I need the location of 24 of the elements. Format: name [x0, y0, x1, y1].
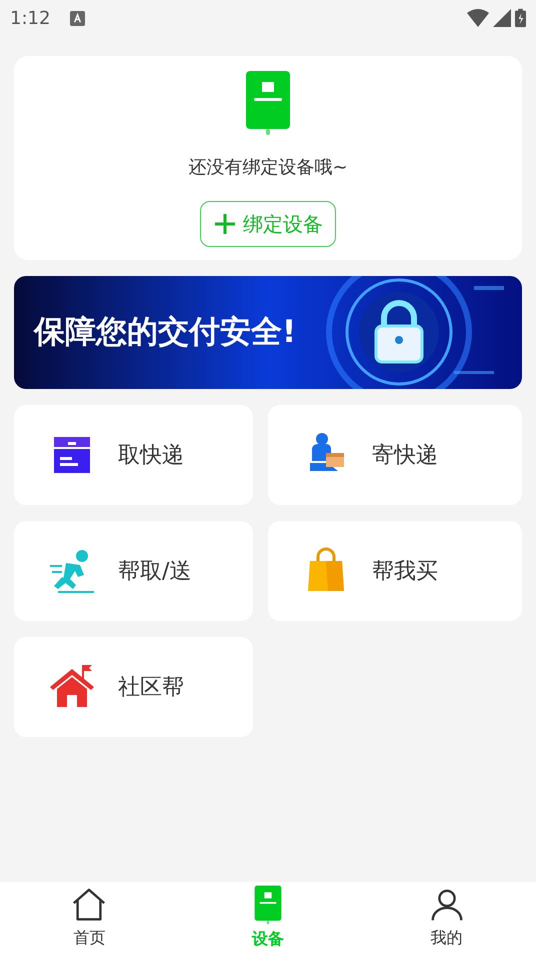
nav-tab[interactable]: 首页	[0, 882, 179, 954]
service-label: 寄快递	[372, 442, 438, 470]
banner-text: 保障您的交付安全!	[34, 313, 296, 352]
keyboard-notification-icon	[70, 10, 86, 26]
service-label: 取快递	[118, 442, 184, 470]
service-tile[interactable]: 寄快递	[268, 405, 522, 505]
service-label: 社区帮	[118, 674, 184, 702]
service-tile[interactable]: 取快递	[14, 405, 253, 505]
service-tile[interactable]: 社区帮	[14, 637, 253, 737]
wifi-icon	[467, 9, 489, 27]
empty-message: 还没有绑定设备哦~	[188, 156, 348, 180]
service-tile[interactable]: 帮我买	[268, 521, 522, 621]
battery-icon	[515, 8, 526, 28]
device-icon	[254, 885, 282, 925]
service-label: 帮取/送	[118, 558, 192, 586]
running-courier-icon	[48, 547, 96, 595]
service-label: 帮我买	[372, 558, 438, 586]
status-time: 1:12	[10, 6, 50, 30]
plus-icon	[213, 212, 237, 236]
signal-icon	[493, 9, 511, 27]
device-icon	[245, 70, 291, 136]
nav-tab[interactable]: 我的	[357, 882, 536, 954]
security-banner[interactable]: 保障您的交付安全!	[14, 276, 522, 389]
service-tile[interactable]: 帮取/送	[14, 521, 253, 621]
